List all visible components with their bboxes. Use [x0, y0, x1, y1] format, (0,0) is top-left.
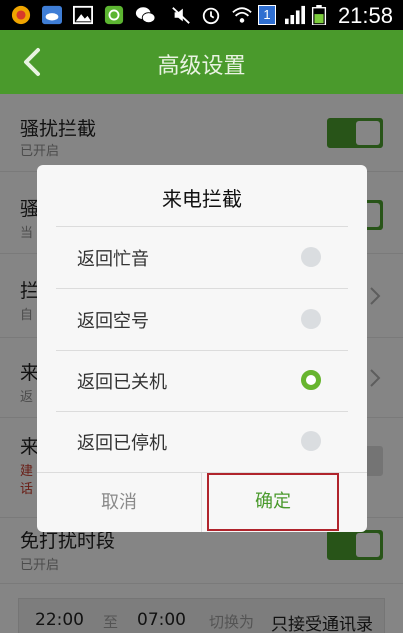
option-label: 返回空号 [77, 311, 149, 332]
option-label: 返回忙音 [77, 249, 149, 270]
radio-button[interactable] [301, 247, 321, 267]
mute-icon [172, 7, 190, 24]
option-label: 返回已关机 [77, 372, 167, 393]
status-bar: 1 21:58 [0, 0, 403, 30]
wechat-icon [135, 7, 156, 24]
radio-button[interactable] [301, 309, 321, 329]
confirm-button[interactable]: 确定 [207, 473, 339, 531]
sim-icon: 1 [258, 5, 276, 25]
radio-button[interactable] [301, 431, 321, 451]
cancel-button[interactable]: 取消 [37, 473, 202, 532]
battery-icon [311, 5, 327, 25]
call-block-dialog: 来电拦截 返回忙音 返回空号 返回已关机 返回已停机 取消 确定 [37, 165, 367, 532]
option-powered-off[interactable]: 返回已关机 [37, 350, 367, 411]
dialog-title: 来电拦截 [162, 187, 242, 211]
signal-icon [285, 5, 305, 25]
alarm-icon [202, 7, 220, 25]
cloud-app-icon [42, 5, 62, 25]
wifi-icon [232, 7, 252, 23]
dialog-buttons: 取消 确定 [37, 472, 367, 532]
radio-button-selected[interactable] [301, 370, 321, 390]
page-title: 高级设置 [157, 54, 246, 79]
option-busy-tone[interactable]: 返回忙音 [37, 227, 367, 288]
option-empty-number[interactable]: 返回空号 [37, 289, 367, 350]
option-label: 返回已停机 [77, 433, 167, 454]
app-header: 高级设置 [0, 30, 403, 94]
gallery-icon [73, 5, 93, 25]
notification-app-icon [11, 5, 31, 25]
wechat-moments-icon [104, 5, 124, 25]
option-suspended[interactable]: 返回已停机 [37, 411, 367, 472]
clock-time: 21:58 [337, 3, 393, 28]
